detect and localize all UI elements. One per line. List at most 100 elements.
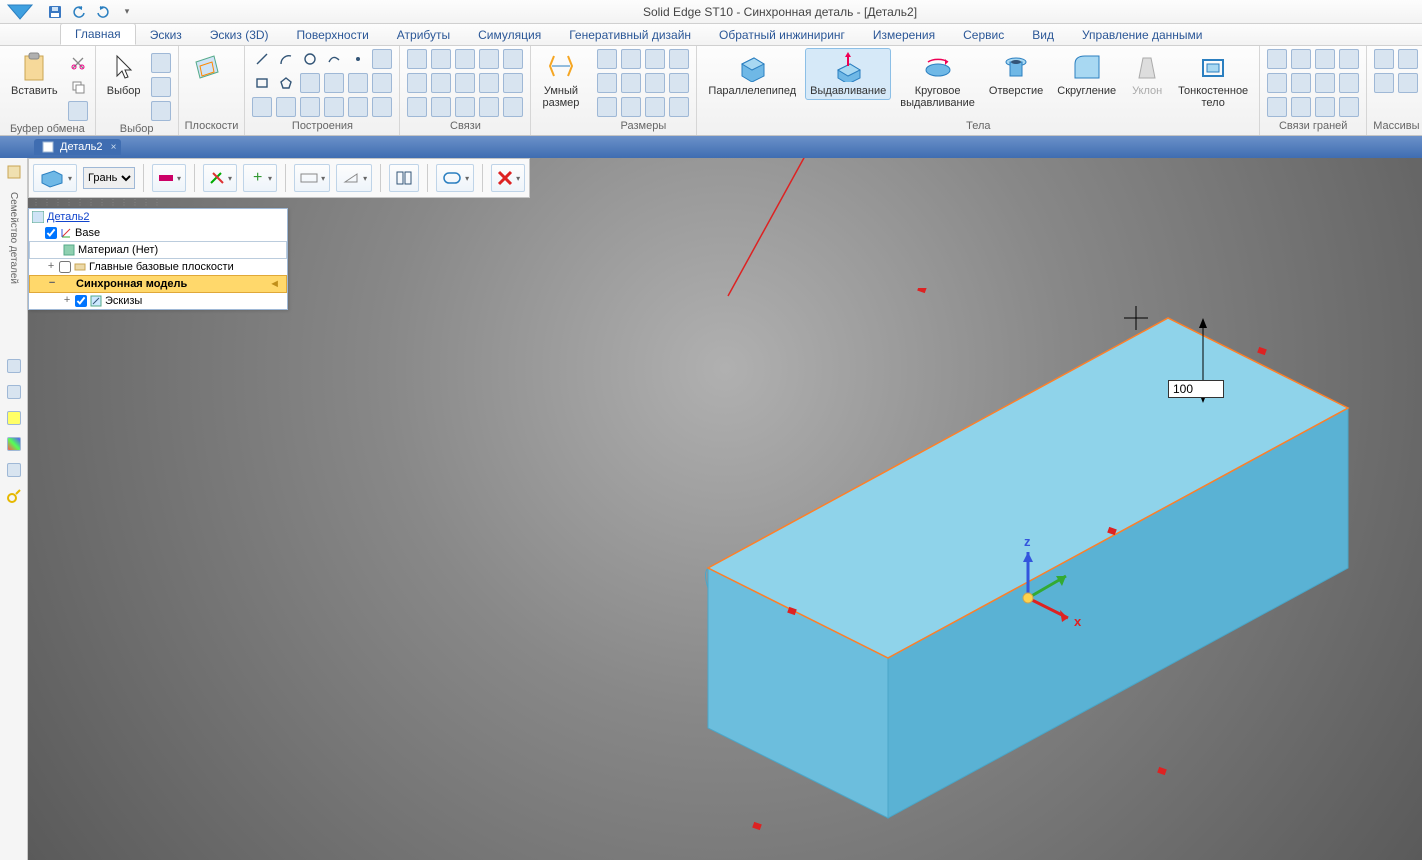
polygon-tool[interactable] [275, 72, 297, 94]
cb-btn-8[interactable] [436, 164, 474, 192]
arc-tool[interactable] [275, 48, 297, 70]
facerel-12[interactable] [1338, 96, 1360, 118]
palette-btn-5[interactable] [4, 434, 24, 454]
palette-btn-7[interactable] [4, 486, 24, 506]
palette-btn-6[interactable] [4, 460, 24, 480]
move-tool[interactable] [323, 96, 345, 118]
select-opt3[interactable] [150, 100, 172, 122]
redo-button[interactable] [92, 2, 114, 22]
save-button[interactable] [44, 2, 66, 22]
constraint-9[interactable] [478, 72, 500, 94]
constraint-8[interactable] [454, 72, 476, 94]
constraint-3[interactable] [454, 48, 476, 70]
tab-simulation[interactable]: Симуляция [464, 25, 555, 45]
select-opt2[interactable] [150, 76, 172, 98]
facerel-2[interactable] [1290, 48, 1312, 70]
construct-tool-12[interactable] [371, 72, 393, 94]
line-tool[interactable] [251, 48, 273, 70]
qat-customize[interactable]: ▾ [116, 2, 138, 22]
pattern-2[interactable] [1397, 48, 1419, 70]
pattern-3[interactable] [1373, 72, 1395, 94]
construct-tool-6[interactable] [371, 48, 393, 70]
facerel-5[interactable] [1266, 72, 1288, 94]
box-button[interactable]: Параллелепипед [703, 48, 801, 100]
constraint-13[interactable] [454, 96, 476, 118]
cb-btn-7[interactable] [389, 164, 419, 192]
paste-button[interactable]: Вставить [6, 48, 63, 100]
dim-4[interactable] [668, 48, 690, 70]
circle-tool[interactable] [299, 48, 321, 70]
constraint-1[interactable] [406, 48, 428, 70]
scale-tool[interactable] [371, 96, 393, 118]
tree-planes-checkbox[interactable] [59, 261, 71, 273]
dimension-input[interactable] [1168, 380, 1224, 398]
pattern-1[interactable] [1373, 48, 1395, 70]
tree-material[interactable]: Материал (Нет) [29, 241, 287, 259]
tab-surfaces[interactable]: Поверхности [283, 25, 383, 45]
tree-baseplanes[interactable]: + Главные базовые плоскости [29, 259, 287, 275]
dim-6[interactable] [620, 72, 642, 94]
facerel-11[interactable] [1314, 96, 1336, 118]
app-menu-button[interactable] [0, 0, 40, 24]
expand-planes[interactable]: + [45, 261, 57, 273]
constraint-15[interactable] [502, 96, 524, 118]
constraint-12[interactable] [430, 96, 452, 118]
palette-btn-1[interactable] [4, 162, 24, 182]
undo-button[interactable] [68, 2, 90, 22]
tab-service[interactable]: Сервис [949, 25, 1018, 45]
tab-generative[interactable]: Генеративный дизайн [555, 25, 705, 45]
dim-11[interactable] [644, 96, 666, 118]
dim-2[interactable] [620, 48, 642, 70]
document-tab[interactable]: Деталь2 × [34, 139, 121, 155]
hole-button[interactable]: Отверстие [984, 48, 1048, 100]
palette-btn-4[interactable] [4, 408, 24, 428]
cb-btn-4[interactable]: + [243, 164, 277, 192]
dim-8[interactable] [668, 72, 690, 94]
cb-btn-5[interactable] [294, 164, 330, 192]
expand-syncmodel[interactable]: − [46, 278, 58, 290]
trim-tool[interactable] [251, 96, 273, 118]
tab-reverse-eng[interactable]: Обратный инжиниринг [705, 25, 859, 45]
dim-3[interactable] [644, 48, 666, 70]
facerel-6[interactable] [1290, 72, 1312, 94]
select-opt1[interactable] [150, 52, 172, 74]
tab-data-mgmt[interactable]: Управление данными [1068, 25, 1217, 45]
tree-base-checkbox[interactable] [45, 227, 57, 239]
tree-syncmodel[interactable]: − Синхронная модель ◄ [29, 275, 287, 293]
point-tool[interactable] [347, 48, 369, 70]
dim-12[interactable] [668, 96, 690, 118]
tab-home[interactable]: Главная [60, 23, 136, 45]
constraint-6[interactable] [406, 72, 428, 94]
fillet-sketch-tool[interactable] [299, 72, 321, 94]
curve-tool[interactable] [323, 48, 345, 70]
facerel-9[interactable] [1266, 96, 1288, 118]
dim-5[interactable] [596, 72, 618, 94]
fillet-button[interactable]: Скругление [1052, 48, 1121, 100]
facerel-4[interactable] [1338, 48, 1360, 70]
dim-9[interactable] [596, 96, 618, 118]
tree-base[interactable]: Base [29, 225, 287, 241]
palette-btn-3[interactable] [4, 382, 24, 402]
cb-btn-6[interactable] [336, 164, 372, 192]
dim-10[interactable] [620, 96, 642, 118]
cut-button[interactable] [67, 52, 89, 74]
facerel-8[interactable] [1338, 72, 1360, 94]
planes-button[interactable] [185, 48, 229, 88]
offset-tool[interactable] [347, 72, 369, 94]
facerel-3[interactable] [1314, 48, 1336, 70]
cb-btn-3[interactable] [203, 164, 237, 192]
close-tab-button[interactable]: × [111, 142, 117, 153]
constraint-5[interactable] [502, 48, 524, 70]
expand-sketches[interactable]: + [61, 295, 73, 307]
thinwall-button[interactable]: Тонкостенное тело [1173, 48, 1253, 112]
copy-button[interactable] [67, 76, 89, 98]
rotate-tool[interactable] [347, 96, 369, 118]
dim-7[interactable] [644, 72, 666, 94]
cb-btn-2[interactable] [152, 164, 186, 192]
mirror-tool[interactable] [299, 96, 321, 118]
cb-mode-button[interactable] [33, 164, 77, 192]
tab-sketch[interactable]: Эскиз [136, 25, 196, 45]
tab-measure[interactable]: Измерения [859, 25, 949, 45]
constraint-11[interactable] [406, 96, 428, 118]
pattern-4[interactable] [1397, 72, 1419, 94]
